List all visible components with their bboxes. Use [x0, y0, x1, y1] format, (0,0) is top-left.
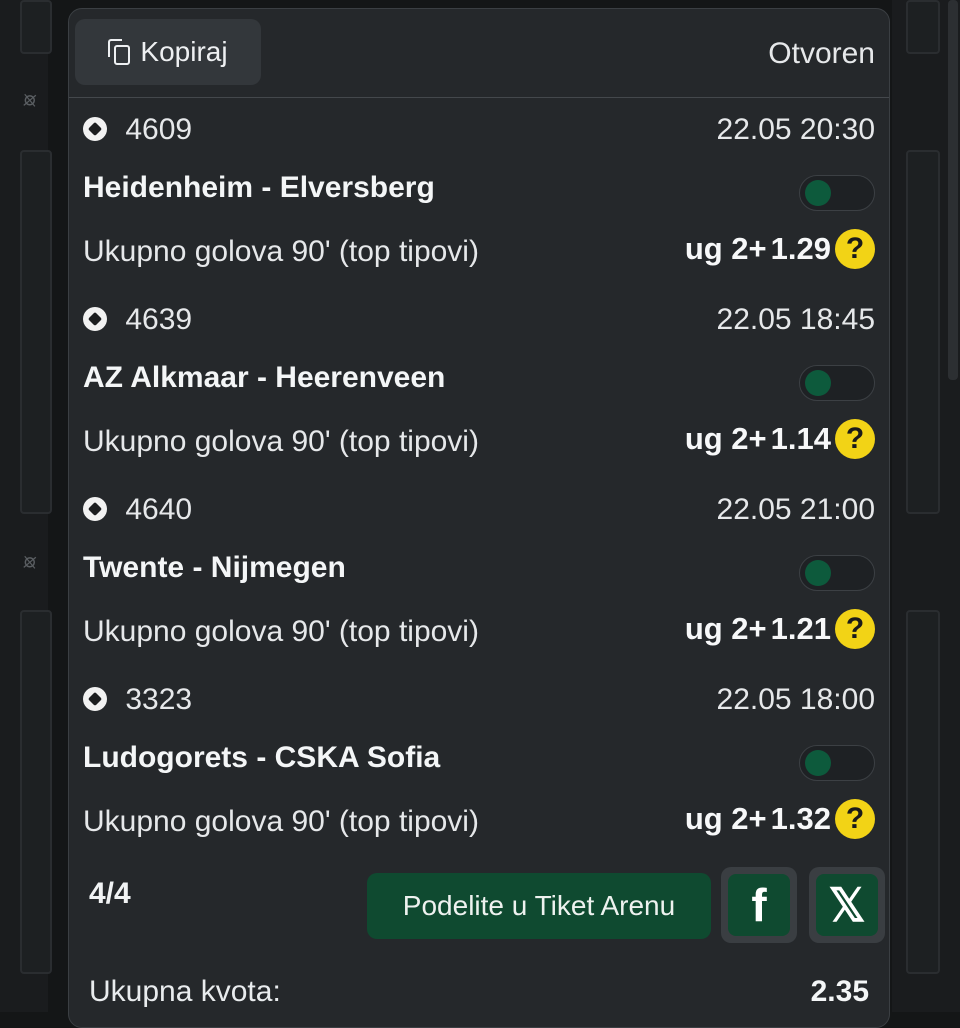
match-item: 4639 22.05 18:45 AZ Alkmaar - Heerenveen… — [83, 303, 875, 493]
pick: ug 2+ 1.32 ? — [685, 799, 875, 839]
pick-label: ug 2+ — [684, 231, 767, 266]
match-item: 3323 22.05 18:00 Ludogorets - CSKA Sofia… — [83, 683, 875, 873]
selection-counter: 4/4 — [89, 877, 131, 910]
match-teams: AZ Alkmaar - Heerenveen — [83, 361, 446, 394]
copy-icon — [108, 39, 131, 65]
match-toggle[interactable] — [799, 745, 875, 781]
match-toggle[interactable] — [799, 365, 875, 401]
background-card — [20, 0, 52, 54]
help-icon[interactable]: ? — [835, 419, 875, 459]
football-icon — [83, 687, 107, 711]
market-name: Ukupno golova 90' (top tipovi) — [83, 615, 479, 648]
match-code: 4640 — [125, 493, 193, 526]
football-icon — [83, 307, 107, 331]
market-name: Ukupno golova 90' (top tipovi) — [83, 235, 479, 268]
scrollbar[interactable] — [948, 0, 958, 380]
total-odds-label: Ukupna kvota: — [89, 975, 281, 1008]
pick-odds: 1.14 — [770, 421, 831, 456]
toggle-knob — [805, 560, 831, 586]
total-odds-value: 2.35 — [810, 975, 869, 1008]
facebook-icon: f — [728, 874, 790, 936]
help-icon[interactable]: ? — [835, 609, 875, 649]
match-toggle[interactable] — [799, 175, 875, 211]
toggle-knob — [805, 180, 831, 206]
match-teams: Heidenheim - Elversberg — [83, 171, 435, 204]
ticket-status: Otvoren — [768, 37, 875, 70]
match-item: 4609 22.05 20:30 Heidenheim - Elversberg… — [83, 113, 875, 303]
x-icon: 𝕏 — [816, 874, 878, 936]
pick-label: ug 2+ — [684, 611, 767, 646]
x-share-button[interactable]: 𝕏 — [809, 867, 885, 943]
football-icon — [83, 497, 107, 521]
football-icon — [83, 117, 107, 141]
match-teams: Twente - Nijmegen — [83, 551, 346, 584]
pick-label: ug 2+ — [684, 421, 767, 456]
pick: ug 2+ 1.14 ? — [685, 419, 875, 459]
match-item: 4640 22.05 21:00 Twente - Nijmegen Ukupn… — [83, 493, 875, 683]
share-tiket-arena-button[interactable]: Podelite u Tiket Arenu — [367, 873, 711, 939]
copy-button[interactable]: Kopiraj — [75, 19, 261, 85]
market-name: Ukupno golova 90' (top tipovi) — [83, 805, 479, 838]
toggle-knob — [805, 750, 831, 776]
toggle-knob — [805, 370, 831, 396]
help-icon[interactable]: ? — [835, 799, 875, 839]
background-card — [906, 610, 940, 974]
match-toggle[interactable] — [799, 555, 875, 591]
facebook-share-button[interactable]: f — [721, 867, 797, 943]
pick-odds: 1.21 — [770, 611, 831, 646]
background-card — [20, 610, 52, 974]
match-datetime: 22.05 20:30 — [716, 113, 875, 146]
match-datetime: 22.05 21:00 — [716, 493, 875, 526]
match-code: 3323 — [125, 683, 193, 716]
pick: ug 2+ 1.21 ? — [685, 609, 875, 649]
copy-label: Kopiraj — [140, 36, 228, 67]
help-icon[interactable]: ? — [835, 229, 875, 269]
market-name: Ukupno golova 90' (top tipovi) — [83, 425, 479, 458]
background-card — [906, 150, 940, 514]
match-datetime: 22.05 18:00 — [716, 683, 875, 716]
pick-label: ug 2+ — [684, 801, 767, 836]
pick: ug 2+ 1.29 ? — [685, 229, 875, 269]
background-card — [20, 150, 52, 514]
match-code: 4609 — [125, 113, 193, 146]
background-card — [906, 0, 940, 54]
pick-odds: 1.29 — [770, 231, 831, 266]
match-code: 4639 — [125, 303, 193, 336]
pick-odds: 1.32 — [770, 801, 831, 836]
match-datetime: 22.05 18:45 — [716, 303, 875, 336]
ticket-header: Kopiraj Otvoren — [69, 9, 889, 98]
ticket-panel: Kopiraj Otvoren 4609 22.05 20:30 Heidenh… — [68, 8, 890, 1028]
match-teams: Ludogorets - CSKA Sofia — [83, 741, 441, 774]
